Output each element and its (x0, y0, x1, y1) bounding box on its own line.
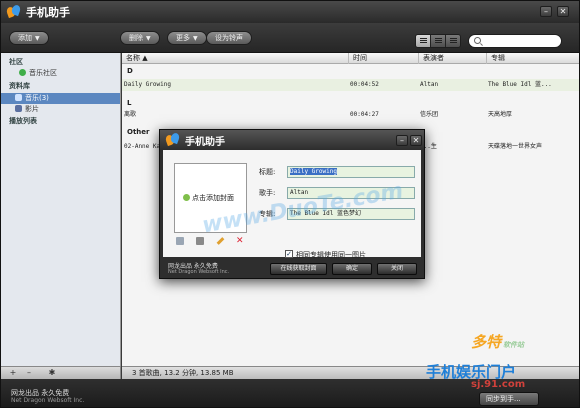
add-icon (183, 194, 190, 201)
sidebar-toolbar: + – ✱ (1, 366, 121, 379)
folder-icon[interactable] (196, 237, 204, 245)
table-header: 名称 ▲ 时间 表演者 专辑 (122, 53, 579, 64)
sync-to-phone-button[interactable]: 同步到手... (479, 392, 539, 406)
column-artist[interactable]: 表演者 (418, 53, 444, 64)
singer-field[interactable]: Altan (287, 187, 415, 199)
album-field[interactable]: The Blue Idl 蓝色梦幻 (287, 208, 415, 220)
more-button[interactable]: 更多 ▼ (167, 31, 207, 45)
cell-time: 00:04:52 (350, 81, 379, 88)
delete-icon[interactable]: ✕ (236, 237, 244, 246)
add-cover-link[interactable]: 点击添加封面 (183, 193, 234, 203)
dialog-cancel-button[interactable]: 关闭 (377, 263, 417, 275)
dialog-footer-company: Net Dragon Websoft Inc. (168, 269, 230, 275)
cell-name: 离歌 (124, 111, 137, 118)
sidebar-item-label: 影片 (25, 105, 39, 113)
cell-album: The Blue Idl 蓝... (488, 81, 552, 88)
column-name[interactable]: 名称 ▲ (122, 53, 148, 64)
sidebar-item-music[interactable]: 音乐(3) (1, 93, 120, 104)
group-label: Other (127, 128, 150, 136)
same-cover-label: 相同专辑使用同一图片 (296, 251, 366, 259)
footer-company: Net Dragon Websoft Inc. (11, 397, 85, 404)
app-logo-icon (164, 131, 181, 147)
title-field[interactable]: Daily Growing (287, 166, 415, 178)
chevron-down-icon: ▼ (146, 35, 151, 42)
list-icon (420, 38, 427, 39)
cell-album: 天高地厚 (488, 111, 513, 118)
sidebar-item-video[interactable]: 影片 (1, 104, 120, 115)
sidebar-header-library: 资料库 (9, 82, 30, 90)
add-cover-label: 点击添加封面 (192, 194, 234, 202)
title-bar: 手机助手 (1, 1, 579, 23)
table-row[interactable]: Daily Growing 00:04:52 Altan The Blue Id… (122, 79, 579, 91)
cell-artist: 信乐团 (420, 111, 439, 118)
sidebar-item-label: 音乐社区 (29, 69, 57, 77)
group-label: L (127, 99, 132, 107)
close-button[interactable]: ✕ (557, 6, 569, 17)
cell-album: 天碟落地一世界女声 (488, 143, 543, 150)
gear-icon: ✱ (48, 368, 56, 377)
cover-art-box[interactable]: 点击添加封面 (174, 163, 247, 233)
globe-icon (19, 69, 26, 76)
ok-button[interactable]: 确定 (332, 263, 372, 275)
list-view-button[interactable] (416, 35, 431, 47)
pencil-icon[interactable] (216, 237, 225, 245)
set-ringtone-button[interactable]: 设为铃声 (206, 31, 252, 45)
edit-song-dialog: 手机助手 – ✕ 点击添加封面 ✕ 标题: Daily Growing 歌手: … (159, 129, 425, 279)
dialog-title: 手机助手 (185, 136, 225, 148)
minimize-button[interactable]: – (540, 6, 552, 17)
column-album[interactable]: 专辑 (486, 53, 505, 64)
group-label: D (127, 67, 133, 75)
search-input[interactable] (468, 34, 562, 48)
chevron-down-icon: ▼ (193, 35, 198, 42)
cell-artist: Altan (420, 81, 439, 88)
same-cover-checkbox[interactable]: ✓ (285, 250, 293, 258)
sidebar-item-label: 音乐(3) (25, 94, 49, 102)
music-note-icon (15, 94, 22, 101)
search-icon (474, 37, 481, 44)
title-field-value: Daily Growing (290, 168, 337, 175)
title-label: 标题: (259, 168, 276, 176)
list-icon (435, 38, 442, 39)
delete-button-label: 删除 (129, 34, 143, 42)
table-row[interactable]: 离歌 00:04:27 信乐团 天高地厚 (122, 109, 579, 121)
sidebar: 社区 音乐社区 资料库 音乐(3) 影片 播放列表 (1, 53, 121, 366)
app-title: 手机助手 (26, 6, 70, 19)
sidebar-item-music-community[interactable]: 音乐社区 (1, 68, 120, 79)
singer-label: 歌手: (259, 189, 276, 197)
chevron-down-icon: ▼ (35, 35, 40, 42)
sidebar-header-playlists: 播放列表 (9, 117, 37, 125)
cell-name: Daily Growing (124, 81, 171, 88)
grid-icon (450, 38, 457, 39)
more-button-label: 更多 (176, 34, 190, 42)
cover-tools: ✕ (176, 237, 248, 247)
group-header: D (122, 65, 579, 77)
main-window: 手机助手 – ✕ 添加 ▼ 删除 ▼ 更多 ▼ 设为铃声 社区 音乐社区 资料库 音乐… (0, 0, 580, 408)
view-mode-switch (415, 34, 461, 48)
cell-time: 00:04:27 (350, 111, 379, 118)
delete-button[interactable]: 删除 ▼ (120, 31, 160, 45)
album-label: 专辑: (259, 210, 276, 218)
app-logo-icon (5, 3, 22, 19)
grid-view-button[interactable] (446, 35, 460, 47)
group-header: L (122, 97, 579, 109)
watermark-site: sj.91.com (471, 379, 526, 390)
film-icon (15, 105, 22, 112)
watermark-brand: 多特 软件站 (471, 331, 524, 352)
dialog-body: 点击添加封面 ✕ 标题: Daily Growing 歌手: Altan 专辑:… (163, 150, 421, 259)
dialog-title-bar: 手机助手 (160, 130, 424, 150)
watermark-brand-text: 多特 (471, 333, 502, 351)
sidebar-header-community: 社区 (9, 58, 23, 66)
column-time[interactable]: 时间 (348, 53, 367, 64)
dialog-minimize-button[interactable]: – (396, 135, 408, 146)
dialog-close-button[interactable]: ✕ (410, 135, 422, 146)
detail-view-button[interactable] (431, 35, 446, 47)
watermark-brand-sub: 软件站 (503, 341, 525, 349)
add-button[interactable]: 添加 ▼ (9, 31, 49, 45)
online-cover-button[interactable]: 在线获取封面 (270, 263, 327, 275)
add-button-label: 添加 (18, 34, 32, 42)
copy-icon[interactable] (176, 237, 184, 245)
